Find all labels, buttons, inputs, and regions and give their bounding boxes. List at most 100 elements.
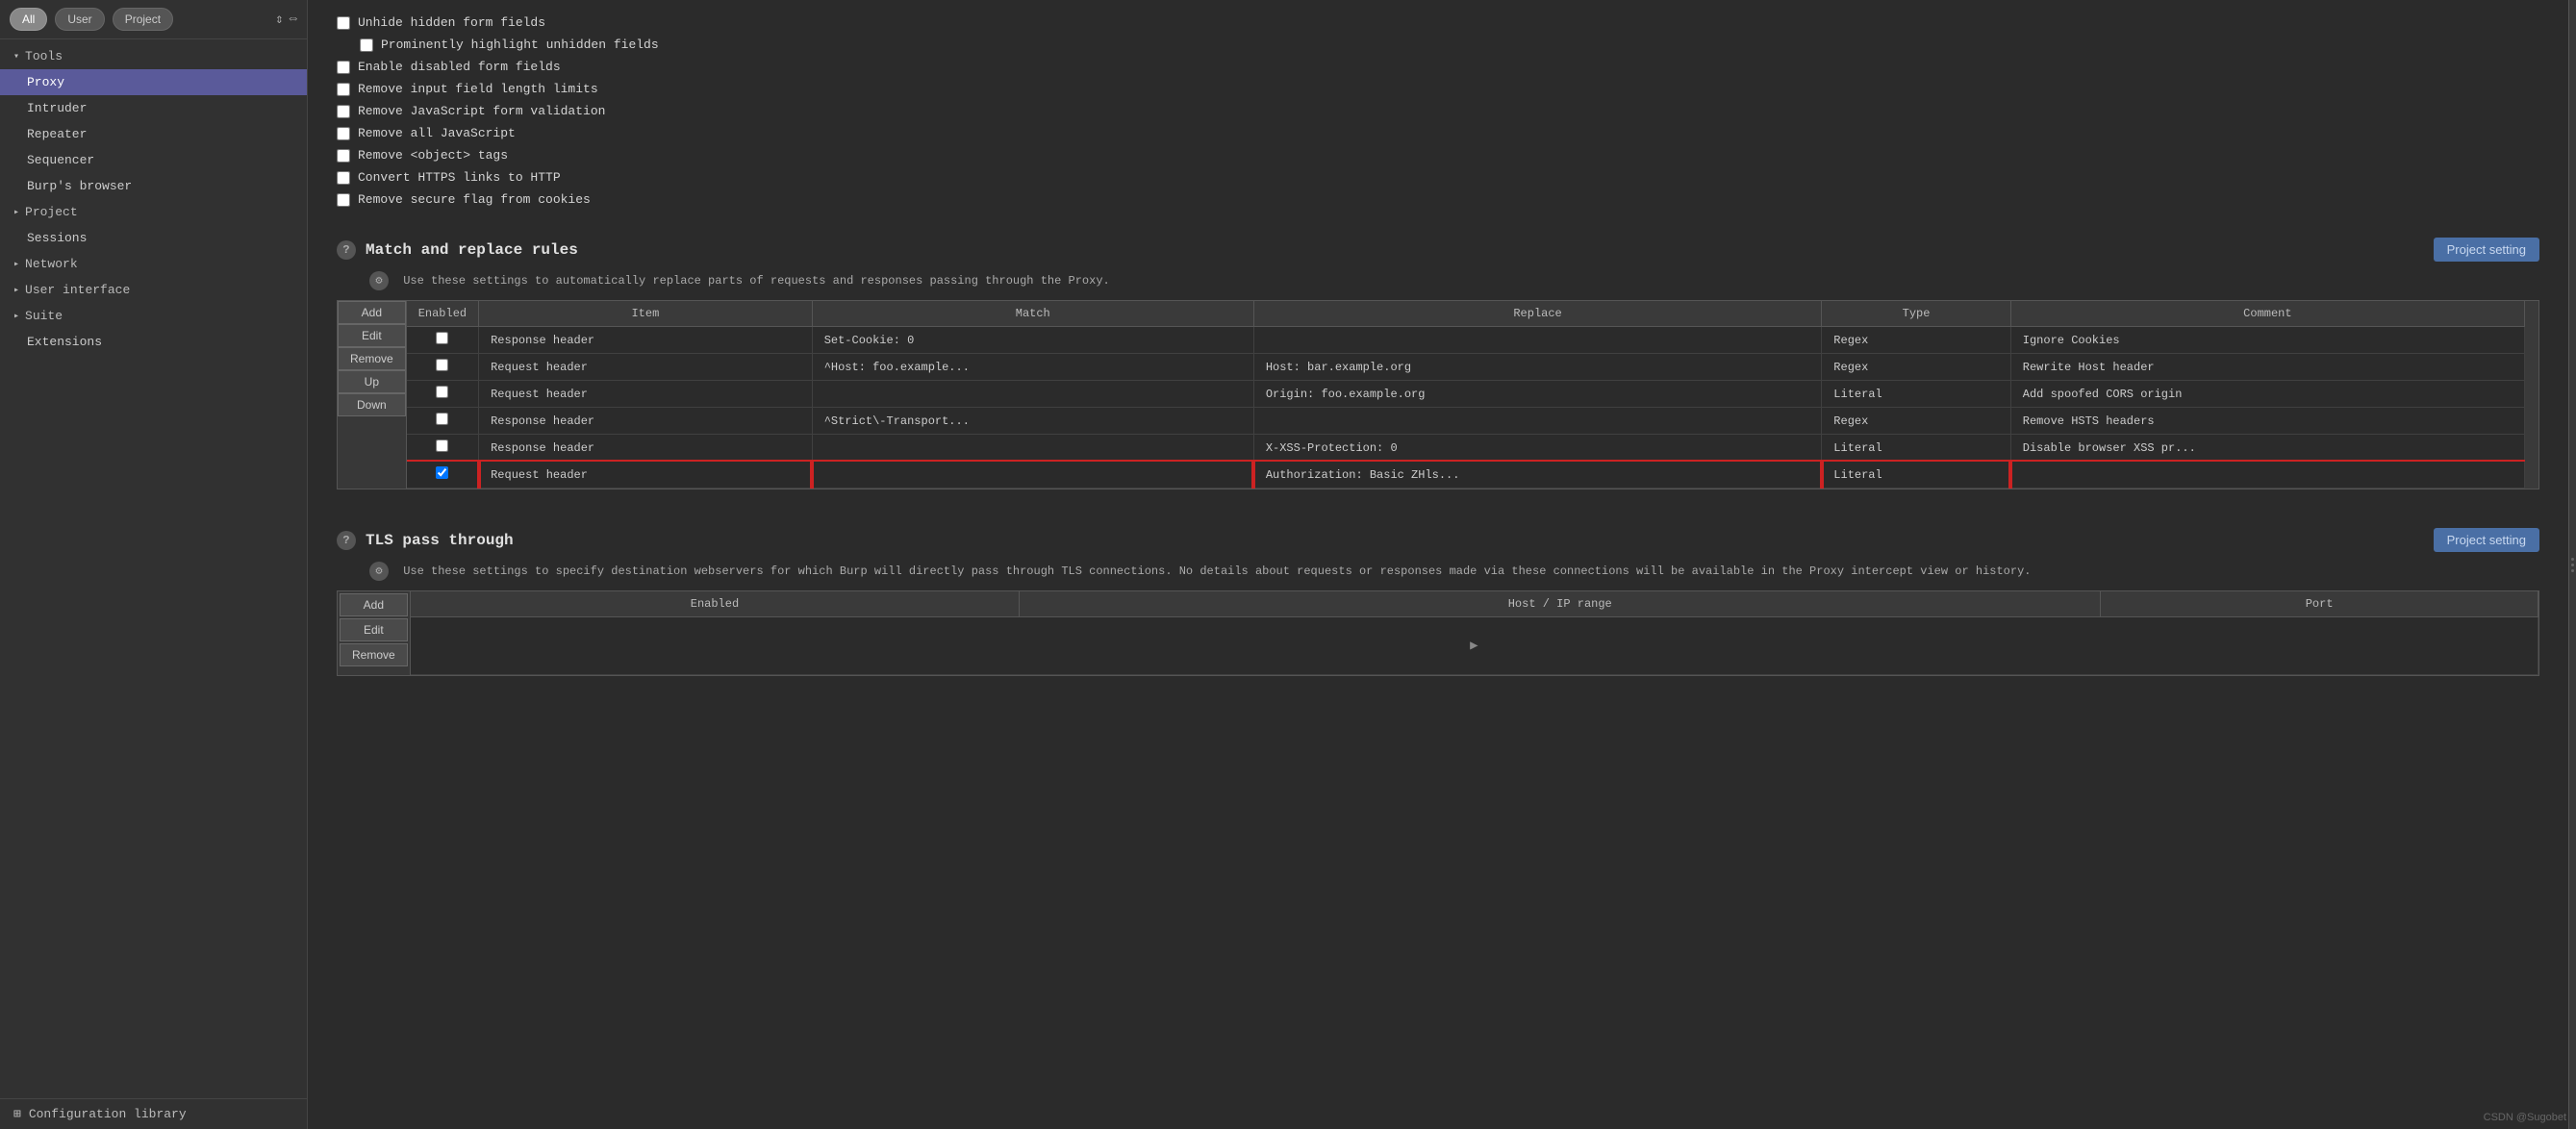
match-replace-table: Enabled Item Match Replace Type Comment …: [407, 301, 2525, 489]
sidebar-item-burps-browser[interactable]: Burp's browser: [0, 173, 307, 199]
row-enabled-cell: [407, 327, 479, 354]
match-replace-edit-btn[interactable]: Edit: [338, 324, 406, 347]
row-match-cell: [812, 462, 1253, 489]
checkbox-remove-secure-input[interactable]: [337, 193, 350, 207]
tls-edit-btn[interactable]: Edit: [340, 618, 408, 641]
checkbox-convert-https-input[interactable]: [337, 171, 350, 185]
row-item-cell: Request header: [479, 354, 813, 381]
row-type-cell: Regex: [1822, 354, 2010, 381]
tls-action-buttons: Add Edit Remove: [338, 591, 411, 675]
match-replace-down-btn[interactable]: Down: [338, 393, 406, 416]
row-match-cell: Set-Cookie: 0: [812, 327, 1253, 354]
table-row[interactable]: Request headerAuthorization: Basic ZHls.…: [407, 462, 2525, 489]
sidebar-item-repeater[interactable]: Repeater: [0, 121, 307, 147]
checkbox-enable-disabled: Enable disabled form fields: [337, 56, 2539, 78]
row-enabled-cell: [407, 381, 479, 408]
checkbox-remove-secure: Remove secure flag from cookies: [337, 188, 2539, 211]
sidebar-item-intruder[interactable]: Intruder: [0, 95, 307, 121]
checkbox-prominently-highlight: Prominently highlight unhidden fields: [337, 34, 2539, 56]
checkbox-remove-js-validation: Remove JavaScript form validation: [337, 100, 2539, 122]
tls-desc: ⚙ Use these settings to specify destinat…: [308, 558, 2568, 590]
row-enabled-checkbox[interactable]: [436, 386, 448, 398]
sidebar-section-network[interactable]: ▸ Network: [0, 251, 307, 277]
checkbox-enable-disabled-input[interactable]: [337, 61, 350, 74]
tools-arrow-icon: ▾: [13, 51, 19, 63]
col-match: Match: [812, 301, 1253, 327]
match-replace-project-setting-btn[interactable]: Project setting: [2434, 238, 2539, 262]
match-replace-remove-btn[interactable]: Remove: [338, 347, 406, 370]
match-replace-scrollbar[interactable]: [2525, 301, 2538, 489]
row-match-cell: ^Strict\-Transport...: [812, 408, 1253, 435]
table-row[interactable]: Request headerOrigin: foo.example.orgLit…: [407, 381, 2525, 408]
filter-all[interactable]: All: [10, 8, 47, 31]
table-row[interactable]: Response headerX-XSS-Protection: 0Litera…: [407, 435, 2525, 462]
row-type-cell: Regex: [1822, 408, 2010, 435]
collapse-icon[interactable]: ⇔: [290, 12, 297, 28]
tls-title-text: TLS pass through: [366, 532, 514, 549]
row-enabled-checkbox[interactable]: [436, 413, 448, 425]
row-enabled-checkbox[interactable]: [436, 466, 448, 479]
match-replace-desc: ⚙ Use these settings to automatically re…: [308, 267, 2568, 300]
right-resize-handle[interactable]: [2568, 0, 2576, 1129]
row-type-cell: Literal: [1822, 435, 2010, 462]
row-enabled-checkbox[interactable]: [436, 439, 448, 452]
config-library-icon: ⊞: [13, 1107, 21, 1121]
tls-header: ? TLS pass through Project setting: [308, 513, 2568, 558]
table-row[interactable]: Request header^Host: foo.example...Host:…: [407, 354, 2525, 381]
row-match-cell: [812, 435, 1253, 462]
match-replace-add-btn[interactable]: Add: [338, 301, 406, 324]
user-interface-label: User interface: [25, 283, 130, 297]
match-replace-table-outer: Add Edit Remove Up Down Enabled Item Mat…: [337, 300, 2539, 489]
checkbox-remove-length-input[interactable]: [337, 83, 350, 96]
row-type-cell: Literal: [1822, 381, 2010, 408]
tls-remove-btn[interactable]: Remove: [340, 643, 408, 666]
match-replace-help-icon[interactable]: ?: [337, 240, 356, 260]
tls-project-setting-btn[interactable]: Project setting: [2434, 528, 2539, 552]
row-item-cell: Response header: [479, 327, 813, 354]
tls-col-enabled: Enabled: [411, 591, 1020, 617]
checkbox-remove-object-input[interactable]: [337, 149, 350, 163]
sidebar-section-user-interface[interactable]: ▸ User interface: [0, 277, 307, 303]
checkbox-unhide-hidden-input[interactable]: [337, 16, 350, 30]
sidebar-section-tools[interactable]: ▾ Tools: [0, 43, 307, 69]
sidebar-item-extensions[interactable]: Extensions: [0, 329, 307, 355]
match-replace-up-btn[interactable]: Up: [338, 370, 406, 393]
table-row[interactable]: Response header^Strict\-Transport...Rege…: [407, 408, 2525, 435]
col-item: Item: [479, 301, 813, 327]
config-library[interactable]: ⊞ Configuration library: [0, 1098, 307, 1129]
user-interface-arrow-icon: ▸: [13, 285, 19, 296]
checkbox-convert-https-label: Convert HTTPS links to HTTP: [358, 170, 561, 185]
suite-label: Suite: [25, 309, 63, 323]
checkbox-unhide-hidden-label: Unhide hidden form fields: [358, 15, 545, 30]
filter-user[interactable]: User: [55, 8, 104, 31]
sidebar-item-sessions[interactable]: Sessions: [0, 225, 307, 251]
checkbox-prominently-highlight-input[interactable]: [360, 38, 373, 52]
col-type: Type: [1822, 301, 2010, 327]
checkbox-remove-length-label: Remove input field length limits: [358, 82, 598, 96]
checkbox-convert-https: Convert HTTPS links to HTTP: [337, 166, 2539, 188]
table-row[interactable]: Response headerSet-Cookie: 0RegexIgnore …: [407, 327, 2525, 354]
sidebar-section-project[interactable]: ▸ Project: [0, 199, 307, 225]
row-comment-cell: Rewrite Host header: [2010, 354, 2524, 381]
row-replace-cell: Host: bar.example.org: [1253, 354, 1821, 381]
row-enabled-cell: [407, 354, 479, 381]
filter-project[interactable]: Project: [113, 8, 173, 31]
tls-add-btn[interactable]: Add: [340, 593, 408, 616]
sidebar-item-proxy[interactable]: Proxy: [0, 69, 307, 95]
row-enabled-checkbox[interactable]: [436, 359, 448, 371]
col-enabled: Enabled: [407, 301, 479, 327]
checkbox-remove-js-validation-label: Remove JavaScript form validation: [358, 104, 605, 118]
sidebar-item-sequencer[interactable]: Sequencer: [0, 147, 307, 173]
expand-icon[interactable]: ⇕: [275, 12, 283, 28]
row-comment-cell: Add spoofed CORS origin: [2010, 381, 2524, 408]
checkbox-remove-js-validation-input[interactable]: [337, 105, 350, 118]
suite-arrow-icon: ▸: [13, 311, 19, 322]
project-arrow-icon: ▸: [13, 207, 19, 218]
checkbox-prominently-highlight-label: Prominently highlight unhidden fields: [381, 38, 659, 52]
row-replace-cell: Origin: foo.example.org: [1253, 381, 1821, 408]
sidebar-section-suite[interactable]: ▸ Suite: [0, 303, 307, 329]
row-enabled-checkbox[interactable]: [436, 332, 448, 344]
checkbox-remove-all-js-input[interactable]: [337, 127, 350, 140]
tls-help-icon[interactable]: ?: [337, 531, 356, 550]
tools-label: Tools: [25, 49, 63, 63]
